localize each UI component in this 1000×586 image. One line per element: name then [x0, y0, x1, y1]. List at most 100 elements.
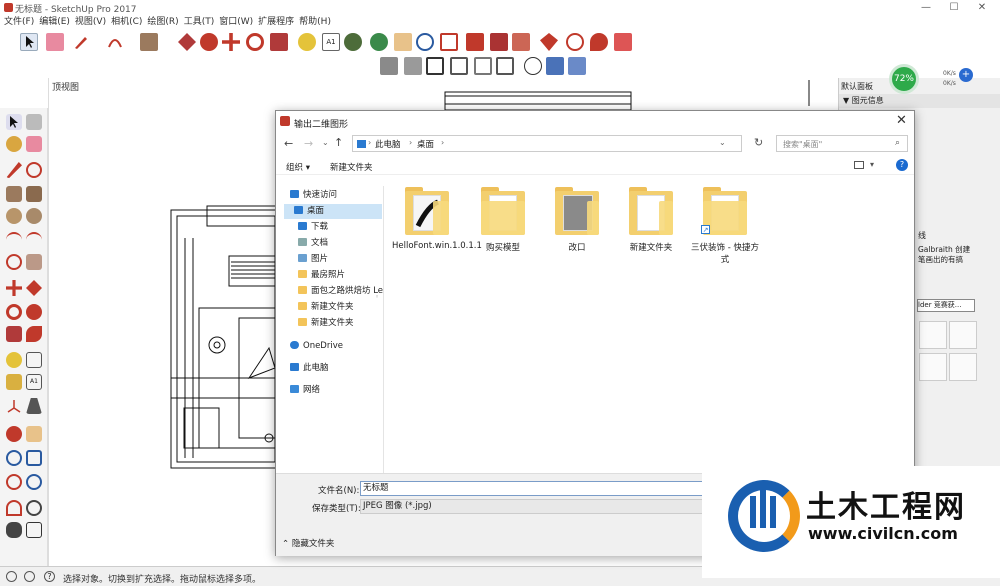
- style-wireframe-icon[interactable]: [568, 57, 586, 75]
- view-options-icon[interactable]: [854, 161, 864, 169]
- follow-me-icon-2[interactable]: [26, 304, 42, 320]
- menu-window[interactable]: 窗口(W): [219, 16, 253, 28]
- circle-icon[interactable]: [6, 208, 22, 224]
- nav-folder-bakery[interactable]: 面包之路烘焙坊 Le: [298, 284, 384, 299]
- protractor-icon[interactable]: [6, 374, 22, 390]
- orbit-icon[interactable]: [370, 33, 388, 51]
- follow-me-icon[interactable]: [200, 33, 218, 51]
- recent-chevron-icon[interactable]: ⌄: [322, 138, 329, 147]
- dimension-icon[interactable]: [26, 352, 42, 368]
- menu-help[interactable]: 帮助(H): [299, 16, 331, 28]
- eraser-icon[interactable]: [46, 33, 64, 51]
- menu-tools[interactable]: 工具(T): [184, 16, 215, 28]
- file-item[interactable]: 新建文件夹: [616, 187, 686, 253]
- three-point-arc-icon[interactable]: [6, 254, 22, 270]
- up-arrow-icon[interactable]: ↑: [334, 136, 343, 149]
- file-item[interactable]: ↗ 三伏装饰 - 快捷方式: [690, 187, 760, 265]
- rotated-rectangle-icon[interactable]: [26, 186, 42, 202]
- warehouse-icon[interactable]: [466, 33, 484, 51]
- tape-measure-icon[interactable]: [298, 33, 316, 51]
- push-pull-icon-2[interactable]: [26, 280, 42, 296]
- filetype-select[interactable]: JPEG 图像 (*.jpg): [360, 499, 705, 514]
- component-thumb-1[interactable]: [919, 321, 947, 349]
- menu-file[interactable]: 文件(F): [4, 16, 34, 28]
- push-pull-icon[interactable]: [178, 33, 196, 51]
- cloud-icon[interactable]: [566, 33, 584, 51]
- tape-icon[interactable]: [6, 352, 22, 368]
- extension-warehouse-icon[interactable]: [512, 33, 530, 51]
- back-view-icon[interactable]: [474, 57, 492, 75]
- previous-view-icon[interactable]: [26, 474, 42, 490]
- hide-folders-toggle[interactable]: ⌃ 隐藏文件夹: [282, 537, 334, 549]
- breadcrumb-desktop[interactable]: 桌面: [417, 138, 434, 150]
- rectangle-icon-2[interactable]: [6, 186, 22, 202]
- menu-extensions[interactable]: 扩展程序: [258, 16, 294, 28]
- front-view-icon[interactable]: [426, 57, 444, 75]
- iso-view-icon[interactable]: [380, 57, 398, 75]
- view-dropdown-icon[interactable]: ▾: [870, 160, 874, 169]
- component-thumb-2[interactable]: [949, 321, 977, 349]
- forward-arrow-icon[interactable]: →: [304, 137, 313, 150]
- ruby-icon[interactable]: [540, 33, 558, 51]
- line-icon[interactable]: [6, 162, 22, 178]
- nav-onedrive[interactable]: OneDrive: [290, 339, 383, 354]
- nav-pictures[interactable]: 图片: [298, 252, 391, 267]
- credits-icon[interactable]: [24, 571, 35, 582]
- 3d-text-icon[interactable]: [26, 398, 42, 414]
- move-icon-2[interactable]: [6, 280, 22, 296]
- organize-button[interactable]: 组织 ▾: [286, 161, 310, 173]
- style-xray-icon[interactable]: [546, 57, 564, 75]
- select-icon[interactable]: [6, 114, 22, 130]
- eraser-icon-2[interactable]: [26, 136, 42, 152]
- refresh-icon[interactable]: ↻: [754, 136, 763, 149]
- nav-quick-access[interactable]: 快速访问: [290, 188, 383, 203]
- axes-icon[interactable]: [6, 398, 22, 414]
- close-button[interactable]: ✕: [968, 0, 996, 16]
- left-view-icon[interactable]: [496, 57, 514, 75]
- orbit-icon-2[interactable]: [6, 426, 22, 442]
- nav-network[interactable]: 网络: [290, 383, 383, 398]
- two-point-arc-icon[interactable]: [26, 232, 42, 248]
- pencil-icon[interactable]: [72, 33, 90, 51]
- text-tool-icon[interactable]: A1: [322, 33, 340, 51]
- nav-documents[interactable]: 文档: [298, 236, 391, 251]
- menu-edit[interactable]: 编辑(E): [39, 16, 70, 28]
- position-camera-icon[interactable]: [6, 500, 22, 516]
- component-thumb-4[interactable]: [949, 353, 977, 381]
- right-view-icon[interactable]: [450, 57, 468, 75]
- location-icon[interactable]: [590, 33, 608, 51]
- walk-icon[interactable]: [6, 522, 22, 538]
- top-view-icon[interactable]: [404, 57, 422, 75]
- nav-folder-new-1[interactable]: 新建文件夹: [298, 300, 391, 315]
- component-icon[interactable]: [26, 114, 42, 130]
- rectangle-icon[interactable]: [140, 33, 158, 51]
- file-item[interactable]: 购买模型: [468, 187, 538, 253]
- maximize-button[interactable]: ☐: [940, 0, 968, 16]
- section-plane-icon[interactable]: [524, 57, 542, 75]
- menu-view[interactable]: 视图(V): [75, 16, 106, 28]
- polygon-icon[interactable]: [26, 208, 42, 224]
- geo-location-icon[interactable]: [6, 571, 17, 582]
- zoom-extents-icon[interactable]: [440, 33, 458, 51]
- rotate-icon-2[interactable]: [6, 304, 22, 320]
- breadcrumb-this-pc[interactable]: 此电脑: [375, 138, 401, 150]
- arc-icon[interactable]: [106, 33, 124, 51]
- entity-info-header[interactable]: ▼ 图元信息: [839, 94, 1000, 108]
- dialog-close-button[interactable]: ✕: [896, 113, 907, 128]
- nav-folder-photos[interactable]: 最房照片: [298, 268, 391, 283]
- filename-input[interactable]: 无标题: [360, 481, 705, 496]
- nav-this-pc[interactable]: 此电脑: [290, 361, 383, 376]
- offset-icon[interactable]: [26, 326, 42, 342]
- menu-draw[interactable]: 绘图(R): [147, 16, 178, 28]
- menu-camera[interactable]: 相机(C): [111, 16, 142, 28]
- help-icon[interactable]: ?: [44, 571, 55, 582]
- pan-icon[interactable]: [394, 33, 412, 51]
- nav-downloads[interactable]: 下载: [298, 220, 391, 235]
- layout-icon[interactable]: [614, 33, 632, 51]
- network-monitor-widget[interactable]: 72%: [889, 64, 919, 94]
- rotate-icon[interactable]: [246, 33, 264, 51]
- address-dropdown-icon[interactable]: ⌄: [719, 138, 726, 147]
- share-model-icon[interactable]: [490, 33, 508, 51]
- text-icon[interactable]: A1: [26, 374, 42, 390]
- freehand-icon[interactable]: [26, 162, 42, 178]
